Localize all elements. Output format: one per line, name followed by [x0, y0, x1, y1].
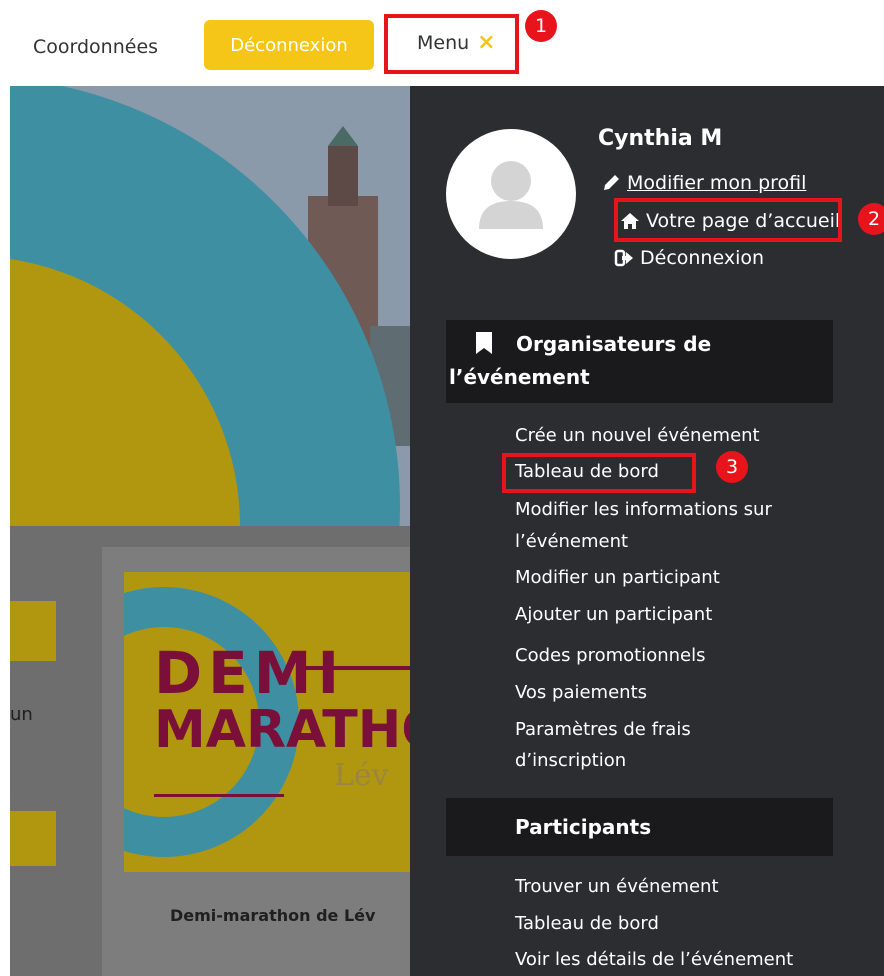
logout-button[interactable]: Déconnexion — [204, 20, 374, 70]
menu-item-registration-fees-line2[interactable]: d’inscription — [515, 750, 626, 772]
menu-item-find-event[interactable]: Trouver un événement — [515, 876, 719, 898]
edit-profile-link[interactable]: Modifier mon profil — [601, 172, 806, 194]
menu-item-edit-participant[interactable]: Modifier un participant — [515, 567, 720, 589]
event-card-image — [10, 601, 56, 661]
events-list: un DEMI MARATHO Lév Demi-marathon de Lév — [10, 526, 410, 976]
event-poster[interactable]: DEMI MARATHO Lév — [124, 572, 410, 872]
edit-profile-label: Modifier mon profil — [627, 172, 807, 194]
event-card-text: un — [10, 704, 33, 725]
avatar — [446, 129, 576, 259]
logout-link[interactable]: Déconnexion — [614, 247, 764, 269]
nav-link-coordonnees[interactable]: Coordonnées — [33, 36, 158, 58]
menu-item-payments[interactable]: Vos paiements — [515, 682, 647, 704]
step-badge-1: 1 — [525, 10, 557, 42]
organizers-title-line1: Organisateurs de — [516, 332, 712, 356]
participants-title: Participants — [515, 815, 652, 839]
menu-item-edit-event-info[interactable]: Modifier les informations sur — [515, 499, 772, 521]
bookmark-icon — [476, 332, 492, 354]
menu-item-add-participant[interactable]: Ajouter un participant — [515, 604, 712, 626]
menu-item-create-event[interactable]: Crée un nouvel événement — [515, 425, 760, 447]
poster-logo-text: Lév — [334, 758, 389, 793]
event-card-title[interactable]: Demi-marathon de Lév — [170, 906, 375, 925]
hero-image — [10, 86, 410, 526]
highlight-box-menu — [384, 14, 519, 74]
highlight-box-dashboard — [502, 453, 696, 493]
poster-title-marathon: MARATHO — [154, 700, 410, 760]
poster-title-demi: DEMI — [154, 639, 346, 707]
user-placeholder-icon — [479, 161, 543, 229]
participants-section-header: Participants — [446, 798, 833, 856]
menu-item-event-details[interactable]: Voir les détails de l’événement — [515, 949, 793, 971]
menu-item-edit-event-info-line2[interactable]: l’événement — [515, 531, 628, 553]
highlight-box-home-page — [614, 198, 842, 242]
organizers-title-line2: l’événement — [449, 365, 590, 389]
event-card-image — [10, 811, 56, 866]
page-background: un DEMI MARATHO Lév Demi-marathon de Lév — [10, 86, 410, 976]
menu-item-promo-codes[interactable]: Codes promotionnels — [515, 645, 706, 667]
sign-out-icon — [614, 249, 633, 267]
pencil-icon — [604, 175, 619, 190]
menu-item-dashboard-participant[interactable]: Tableau de bord — [515, 913, 659, 935]
organizers-section-header: Organisateurs de l’événement — [446, 320, 833, 403]
step-badge-2: 2 — [858, 203, 884, 235]
step-badge-3: 3 — [716, 451, 748, 483]
user-name: Cynthia M — [598, 126, 723, 151]
menu-item-registration-fees[interactable]: Paramètres de frais — [515, 719, 691, 741]
logout-label: Déconnexion — [640, 247, 765, 269]
